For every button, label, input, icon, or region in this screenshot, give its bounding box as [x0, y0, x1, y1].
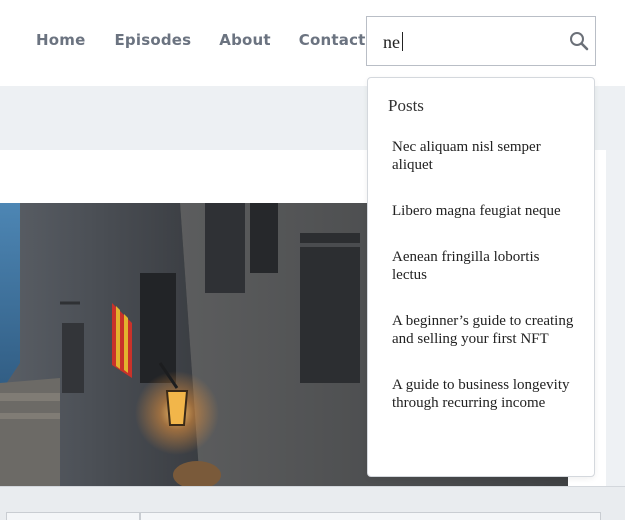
suggestion-item[interactable]: Nec aliquam nisl semper aliquet — [392, 138, 578, 174]
main-nav: Home Episodes About Contact — [36, 31, 366, 49]
nav-link-home[interactable]: Home — [36, 31, 85, 49]
suggestion-item[interactable]: A guide to business longevity through re… — [392, 376, 578, 412]
suggestion-item[interactable]: A beginner’s guide to creating and selli… — [392, 312, 578, 348]
footer-panel-left — [6, 512, 140, 520]
text-cursor — [402, 32, 403, 51]
suggestion-item[interactable]: Libero magna feugiat neque — [392, 202, 578, 220]
search-input[interactable] — [383, 30, 563, 54]
nav-link-contact[interactable]: Contact — [299, 31, 366, 49]
suggestions-list: Nec aliquam nisl semper aliquet Libero m… — [392, 138, 578, 412]
search-box — [366, 16, 596, 66]
footer-panel-right — [140, 512, 601, 520]
site-header: Home Episodes About Contact — [0, 0, 625, 86]
search-icon[interactable] — [567, 29, 591, 53]
nav-link-episodes[interactable]: Episodes — [114, 31, 191, 49]
suggestions-heading: Posts — [388, 96, 424, 115]
suggestion-item[interactable]: Aenean fringilla lobortis lectus — [392, 248, 578, 284]
nav-link-about[interactable]: About — [219, 31, 271, 49]
page-footer — [0, 486, 625, 520]
search-suggestions-dropdown: Posts Nec aliquam nisl semper aliquet Li… — [367, 77, 595, 477]
